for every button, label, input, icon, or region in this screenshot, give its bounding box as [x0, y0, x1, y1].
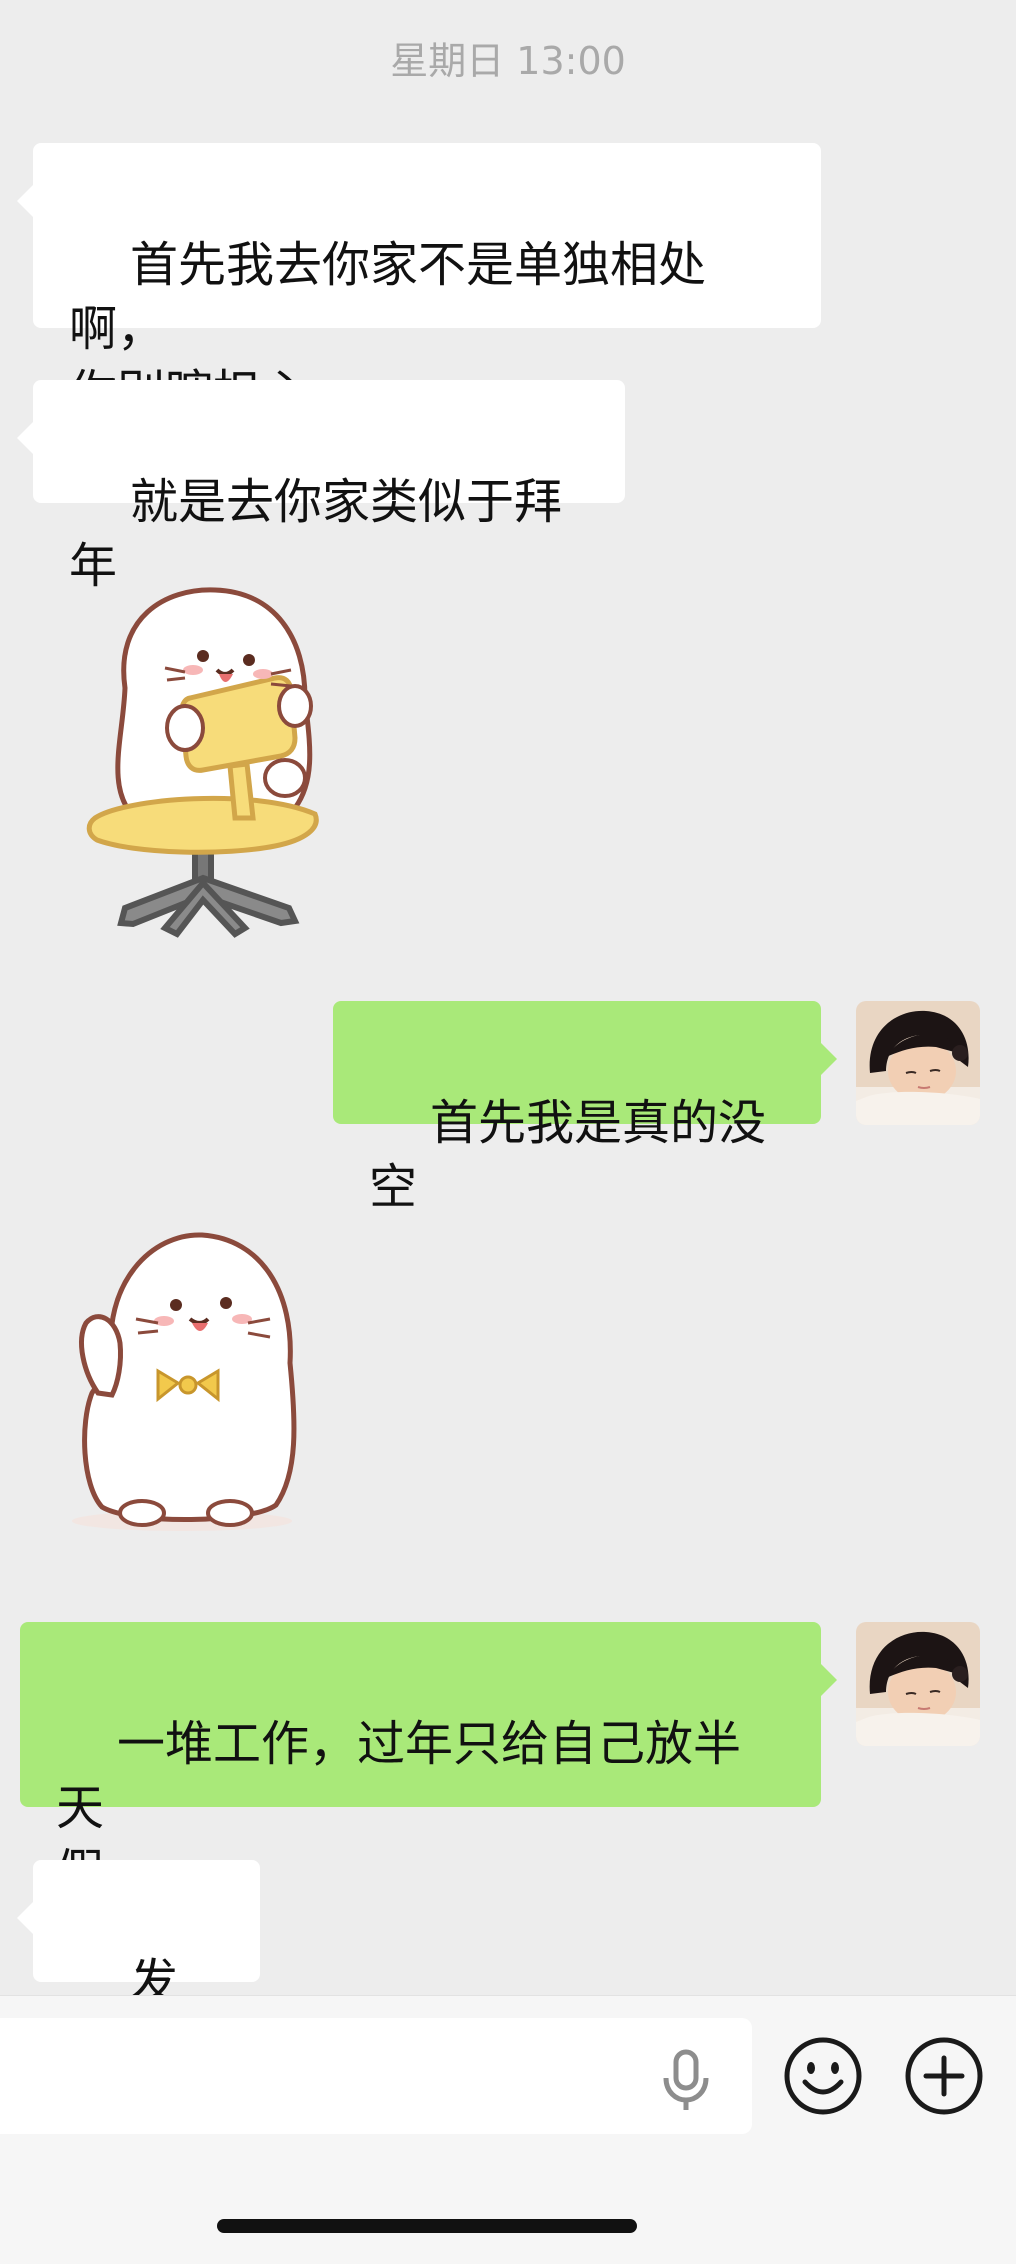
incoming-message-bubble[interactable]: 发财了: [17, 1860, 260, 2074]
seal-chair-sticker-image: [86, 587, 319, 938]
incoming-message-bubble[interactable]: 就是去你家类似于拜年: [17, 380, 625, 594]
more-button[interactable]: [904, 2036, 984, 2116]
sticker-seal-on-chair[interactable]: [85, 578, 330, 940]
message-text: 首先我是真的没空: [369, 1095, 767, 1215]
smile-icon: [784, 2037, 862, 2115]
message-timestamp: 星期日 13:00: [390, 39, 626, 83]
seal-wave-sticker-image: [72, 1232, 297, 1531]
mic-icon[interactable]: [658, 2048, 714, 2112]
outgoing-message-bubble[interactable]: 首先我是真的没空: [333, 1001, 837, 1215]
sticker-seal-waving[interactable]: [62, 1223, 302, 1535]
emoji-button[interactable]: [783, 2036, 863, 2116]
chat-area: 星期日 13:00 首先我去你家不是单独相处啊， 你别瞎担心 就是去你家类似于拜…: [0, 0, 1016, 2074]
outgoing-message-bubble[interactable]: 一堆工作，过年只给自己放半天 假: [20, 1622, 837, 1900]
message-text: 就是去你家类似于拜年: [69, 474, 563, 594]
home-indicator[interactable]: [217, 2219, 637, 2233]
avatar-image: [856, 1001, 980, 1125]
my-avatar[interactable]: [856, 1622, 980, 1746]
my-avatar[interactable]: [856, 1001, 980, 1125]
message-input[interactable]: [0, 2018, 752, 2134]
plus-icon: [905, 2037, 983, 2115]
incoming-message-bubble[interactable]: 首先我去你家不是单独相处啊， 你别瞎担心: [17, 143, 821, 421]
avatar-image: [856, 1622, 980, 1746]
